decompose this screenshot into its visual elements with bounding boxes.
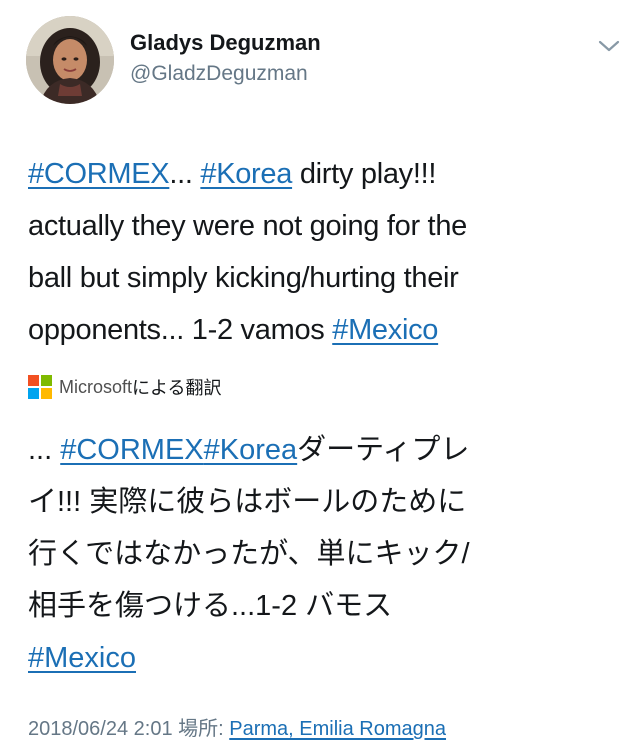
display-name[interactable]: Gladys Deguzman <box>130 30 321 56</box>
translated-line: 行くではなかったが、単にキック/ <box>28 538 470 570</box>
microsoft-logo-icon <box>28 375 52 399</box>
translation-attribution[interactable]: Microsoft による翻訳 <box>28 374 221 400</box>
user-handle[interactable]: @GladzDeguzman <box>130 62 308 86</box>
translated-line: イ!!! 実際に彼らはボールのために <box>28 486 467 518</box>
location-label: 場所: <box>172 718 230 740</box>
tweet-line: #CORMEX... #Korea dirty play!!! <box>28 148 608 200</box>
hashtag-mexico[interactable]: #Mexico <box>332 314 438 346</box>
hashtag-mexico[interactable]: #Mexico <box>28 642 136 674</box>
tweet-text: #CORMEX... #Korea dirty play!!! actually… <box>28 148 608 356</box>
translated-text-segment: ... <box>28 434 61 466</box>
tweet-line: actually they were not going for the <box>28 210 467 242</box>
tweet-line: ball but simply kicking/hurting their <box>28 262 459 294</box>
avatar[interactable] <box>26 16 114 104</box>
translated-text: ... #CORMEX#Koreaダーティプレ イ!!! 実際に彼らはボールのた… <box>28 424 618 684</box>
tweet-text-segment: opponents... 1-2 vamos <box>28 314 333 346</box>
avatar-photo <box>26 16 114 104</box>
translation-provider: Microsoft <box>59 376 133 397</box>
hashtag-cormex[interactable]: #CORMEX <box>28 158 170 190</box>
translation-label: による翻訳 <box>132 378 222 398</box>
translated-line: #Mexico <box>28 632 618 684</box>
tweet-line: opponents... 1-2 vamos #Mexico <box>28 304 608 356</box>
tweet-text-segment: dirty play!!! <box>292 158 437 190</box>
location-link[interactable]: Parma, Emilia Romagna <box>229 718 446 740</box>
tweet-meta: 2018/06/24 2:01 場所: Parma, Emilia Romagn… <box>28 712 446 741</box>
translated-text-segment: ダーティプレ <box>297 434 470 466</box>
tweet-header: Gladys Deguzman @GladzDeguzman <box>26 16 622 106</box>
translated-line: 相手を傷つける...1-2 バモス <box>28 590 393 622</box>
hashtag-korea[interactable]: #Korea <box>204 434 298 466</box>
translated-line: ... #CORMEX#Koreaダーティプレ <box>28 424 618 476</box>
timestamp[interactable]: 2018/06/24 2:01 <box>28 718 173 740</box>
hashtag-korea[interactable]: #Korea <box>200 158 292 190</box>
hashtag-cormex[interactable]: #CORMEX <box>60 434 203 466</box>
tweet-text-segment: ... <box>169 158 201 190</box>
chevron-down-icon[interactable] <box>596 36 622 56</box>
